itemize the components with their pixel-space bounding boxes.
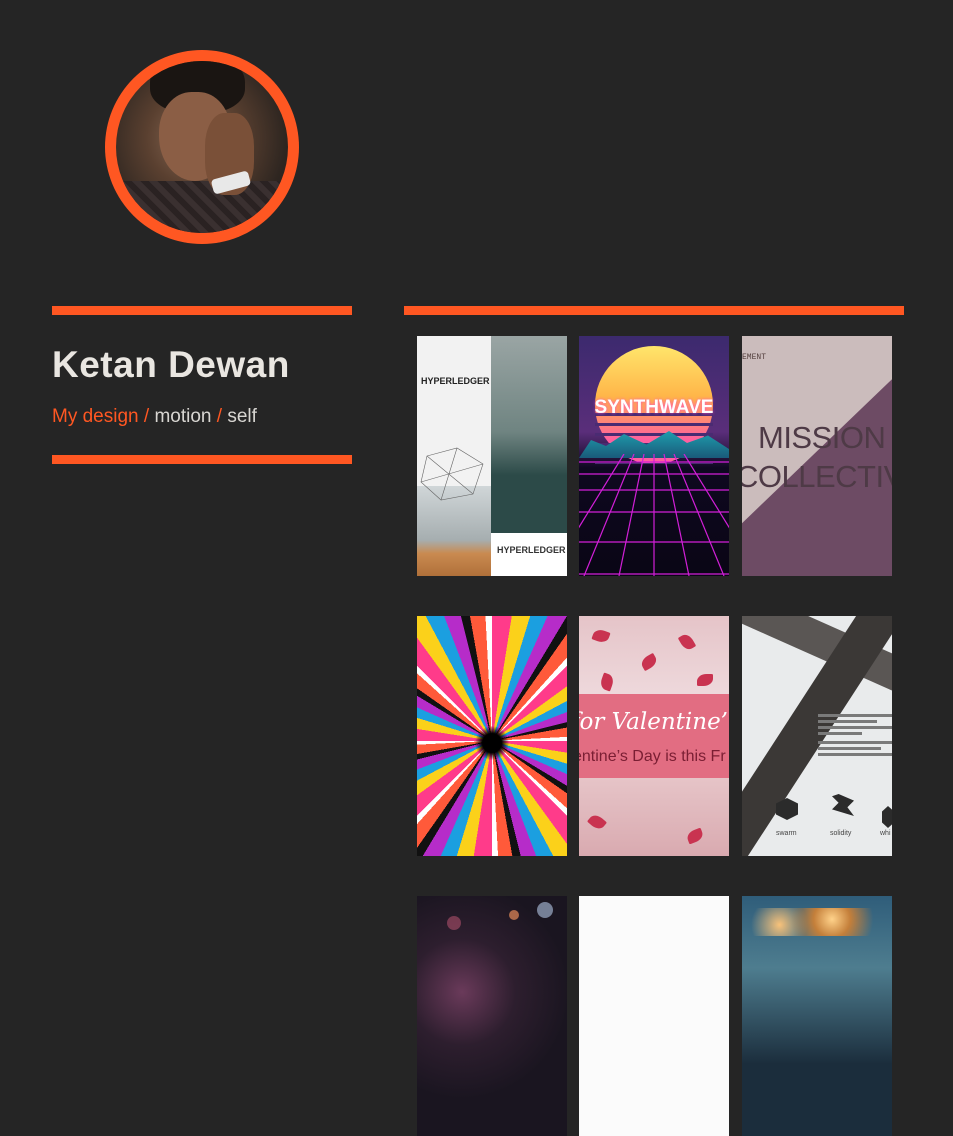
icon-caption: swarm (776, 830, 797, 837)
grid-graphic (579, 454, 729, 576)
gallery-tile-bokeh[interactable] (417, 896, 567, 1136)
tile-photo-right (491, 336, 567, 576)
tile-label-small: EMENT (742, 353, 767, 362)
tile-label-line: COLLECTIVE (742, 459, 892, 494)
tile-label-line: MISSION (758, 420, 886, 455)
gallery-tile-hyperledger[interactable]: HYPERLEDGER HYPERLEDGER (417, 336, 567, 576)
city-lights (742, 908, 892, 936)
tile-label: SYNTHWAVE (594, 397, 714, 418)
petal-graphic (639, 652, 659, 672)
breadcrumb-separator: / (138, 406, 155, 427)
gallery-tile-swirl[interactable] (417, 616, 567, 856)
page-title: Ketan Dewan (52, 344, 290, 385)
solidity-icon (832, 794, 854, 816)
avatar-shirt (116, 181, 288, 233)
petal-graphic (587, 812, 607, 832)
gallery-tile-earth-night[interactable] (742, 896, 892, 1136)
gallery-tile-mission-collective[interactable]: EMENT MISSION COLLECTIVE (742, 336, 892, 576)
petal-graphic (591, 627, 611, 645)
gallery-tile-valentine[interactable]: for Valentine’ entine’s Day is this Fr (579, 616, 729, 856)
gallery-tile-synthwave[interactable]: SYNTHWAVE (579, 336, 729, 576)
avatar (105, 50, 299, 244)
icon-caption: solidity (830, 830, 852, 837)
breadcrumb-separator: / (211, 406, 228, 427)
text-block (818, 714, 892, 759)
tile-label: HYPERLEDGER (421, 376, 490, 386)
bokeh-dot (447, 916, 461, 930)
tile-label: MISSION COLLECTIVE (742, 418, 892, 496)
breadcrumb: My design / motion / self (52, 406, 257, 428)
tile-label: HYPERLEDGER (497, 545, 566, 555)
petal-graphic (677, 632, 697, 652)
petal-graphic (697, 674, 713, 686)
gallery-tile-swarm[interactable]: swarm solidity whi (742, 616, 892, 856)
breadcrumb-self[interactable]: self (227, 406, 257, 427)
bokeh-dot (537, 902, 553, 918)
divider-top-left (52, 306, 352, 315)
divider-bottom-left (52, 455, 352, 464)
gallery-tile-white[interactable] (579, 896, 729, 1136)
swirl-center (475, 726, 509, 760)
breadcrumb-my-design[interactable]: My design (52, 406, 139, 427)
whisper-icon (882, 806, 892, 828)
icon-caption: whi (880, 830, 891, 837)
tile-label: for Valentine’ (579, 709, 728, 735)
petal-graphic (598, 672, 616, 692)
tile-label: entine’s Day is this Fr (579, 748, 726, 765)
breadcrumb-motion[interactable]: motion (154, 406, 211, 427)
mesh-graphic (420, 447, 484, 501)
bokeh-dot (509, 910, 519, 920)
avatar-photo (116, 61, 288, 233)
divider-top-right (404, 306, 904, 315)
petal-graphic (685, 827, 705, 845)
